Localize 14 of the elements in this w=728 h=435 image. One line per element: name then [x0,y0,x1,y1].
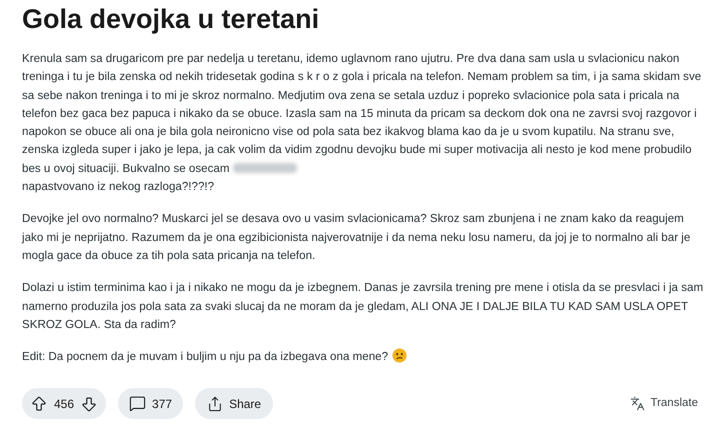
translate-button[interactable]: Translate [622,388,706,420]
translate-icon [630,396,646,412]
post-title: Gola devojka u teretani [22,3,320,36]
share-button[interactable]: Share [195,388,274,420]
upvote-icon[interactable] [30,394,48,413]
comment-icon [129,395,146,412]
comments-button[interactable]: 377 [118,388,184,420]
paragraph-text: Devojke jel ovo normalno? Muskarci jel se desava ovo u vasim svlacionicama? Skroz sam zbunjena i ne znam kako da reagujem jako mi je neprijatno. Razumem da je ona egzibicionista najverovatnije i da nema neku losu nameru, da joj je to normalno ali bar je mogla gace da obuce za tih pola sata pricanja na telefon. [22,212,690,262]
downvote-icon[interactable] [80,394,98,413]
vote-count: 456 [54,396,74,413]
paragraph-text: napastvovano iz nekog razloga?!??!? [22,179,214,196]
paragraph-text: Dolazi u istim terminima kao i ja i nikako ne mogu da je izbegnem. Danas je zavrsila trening pre mene i otisla da se presvlaci i ja sam namerno produzila jos pola sata za svaki slucaj da ne moram da je gledam, ALI ONA JE I DALJE BILA TU KAD SAM USLA OPET SKROZ GOLA. Sta da radim? [22,281,704,331]
share-icon [207,396,224,412]
paragraph-text: Edit: Da pocnem da je muvam i buljim u nju pa da izbegava ona mene? [22,350,388,364]
